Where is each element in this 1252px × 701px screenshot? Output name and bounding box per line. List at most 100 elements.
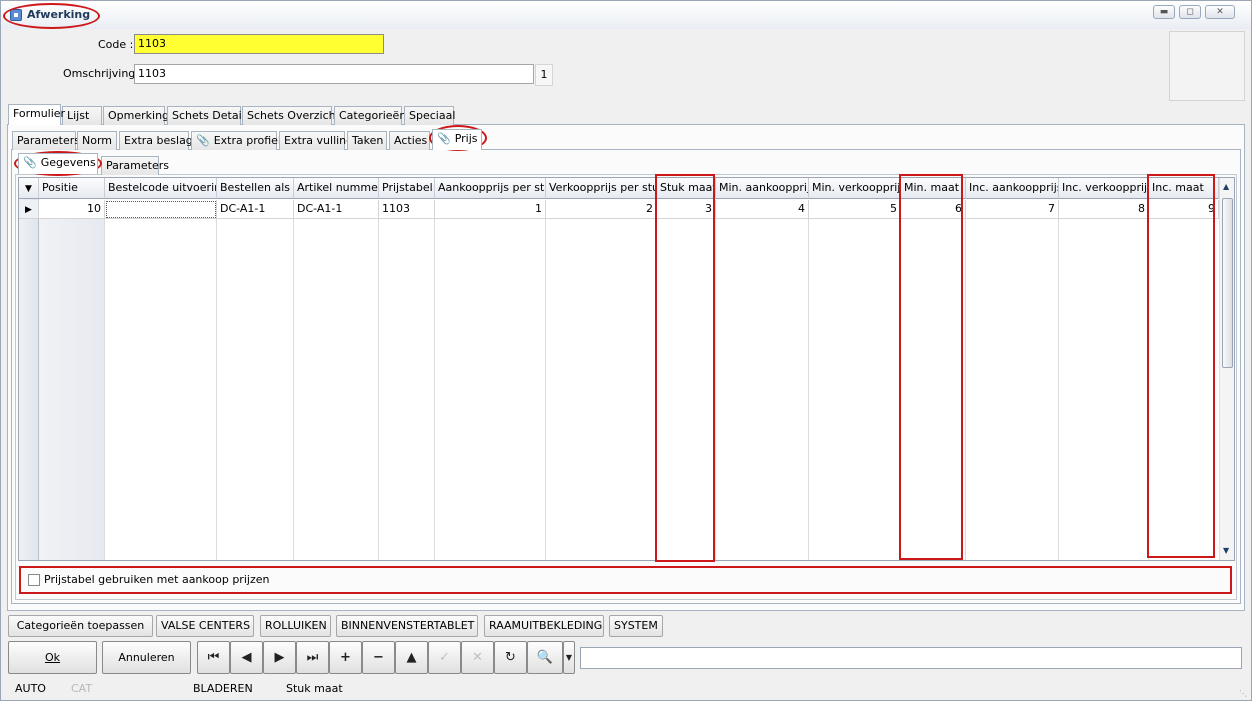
cell-stuk-maat[interactable]: 3: [657, 200, 716, 219]
search-input[interactable]: [580, 647, 1242, 669]
header-stuk-maat[interactable]: Stuk maat: [657, 178, 716, 199]
refresh-button[interactable]: ↻: [494, 641, 527, 674]
column-divider: [1058, 219, 1059, 560]
header-inc-aankoopprijs[interactable]: Inc. aankoopprijs: [966, 178, 1059, 199]
category-valse-centers-button[interactable]: VALSE CENTERS: [156, 615, 254, 637]
price-grid[interactable]: ▼ Positie Bestelcode uitvoering Bestelle…: [18, 177, 1235, 561]
cell-artikel-nummer[interactable]: DC-A1-1: [294, 200, 379, 219]
prijstabel-checkbox[interactable]: [28, 574, 40, 586]
grid-menu-button[interactable]: ▼: [19, 178, 39, 199]
cell-bestelcode-uitvoering[interactable]: [105, 200, 217, 219]
header-bestelcode-uitvoering[interactable]: Bestelcode uitvoering: [105, 178, 217, 199]
refresh-icon: ↻: [505, 650, 516, 665]
prior-record-button[interactable]: ◀: [230, 641, 263, 674]
paperclip-icon: 📎: [196, 134, 210, 147]
categorieen-toepassen-button[interactable]: Categorieën toepassen: [8, 615, 153, 637]
header-verkoopprijs-per-stuk[interactable]: Verkoopprijs per stuk: [546, 178, 657, 199]
cancel-edit-icon: ✕: [472, 650, 483, 665]
delete-button[interactable]: −: [362, 641, 395, 674]
header-inc-maat[interactable]: Inc. maat: [1149, 178, 1219, 199]
cell-prijstabel[interactable]: 1103: [379, 200, 435, 219]
tab-gegevens[interactable]: 📎 Gegevens: [18, 153, 98, 174]
cell-aankoopprijs-per-stuk[interactable]: 1: [435, 200, 546, 219]
tab-formulier[interactable]: Formulier: [8, 104, 65, 125]
tab-taken[interactable]: Taken: [347, 131, 387, 150]
tab-parameters[interactable]: Parameters: [12, 131, 80, 150]
resize-grip-icon[interactable]: ⋱: [1239, 689, 1247, 698]
ok-button[interactable]: Ok: [8, 641, 97, 674]
header-min-verkoopprijs[interactable]: Min. verkoopprijs: [809, 178, 901, 199]
post-icon: ✓: [439, 650, 450, 665]
next-record-button[interactable]: ▶: [263, 641, 296, 674]
grid-vertical-scrollbar[interactable]: ▲ ▼: [1219, 178, 1234, 560]
minimize-button[interactable]: ▬: [1153, 5, 1175, 19]
category-rolluiken-button[interactable]: ROLLUIKEN: [260, 615, 331, 637]
find-icon: 🔍: [536, 650, 554, 665]
paperclip-icon: 📎: [437, 132, 451, 145]
edit-button[interactable]: ▲: [395, 641, 428, 674]
header-inc-verkoopprijs[interactable]: Inc. verkoopprijs: [1059, 178, 1149, 199]
find-dropdown-button[interactable]: ▼: [563, 641, 575, 674]
maximize-button[interactable]: ◻: [1179, 5, 1201, 19]
tab-extra-beslag[interactable]: Extra beslag: [119, 131, 193, 150]
tab-opmerking[interactable]: Opmerking: [103, 106, 169, 125]
prijstabel-checkbox-row[interactable]: Prijstabel gebruiken met aankoop prijzen: [21, 568, 1231, 592]
cell-bestellen-als[interactable]: DC-A1-1: [217, 200, 294, 219]
annuleren-button[interactable]: Annuleren: [102, 641, 191, 674]
tab-speciaal[interactable]: Speciaal: [404, 106, 455, 125]
cell-min-aankoopprijs[interactable]: 4: [716, 200, 809, 219]
title-bar[interactable]: Afwerking ▬ ◻ ✕: [1, 1, 1251, 29]
cell-positie[interactable]: 10: [39, 200, 105, 219]
header-min-aankoopprijs[interactable]: Min. aankoopprijs: [716, 178, 809, 199]
tab-norm[interactable]: Norm: [77, 131, 117, 150]
tab-schets-detail[interactable]: Schets Detail: [167, 106, 245, 125]
annuleren-button-label: Annuleren: [118, 651, 175, 664]
code-field[interactable]: 1103: [134, 34, 384, 54]
cell-min-maat[interactable]: 6: [901, 200, 966, 219]
insert-button[interactable]: +: [329, 641, 362, 674]
tab-lijst[interactable]: Lijst: [62, 106, 102, 125]
tab-categorieen[interactable]: Categorieën: [334, 106, 406, 125]
category-binnenvenstertablet-button[interactable]: BINNENVENSTERTABLET: [336, 615, 478, 637]
tab-extra-vulling[interactable]: Extra vulling: [279, 131, 353, 150]
afwerking-window: Afwerking ▬ ◻ ✕ Code : 1103 Omschrijving…: [0, 0, 1252, 701]
post-button[interactable]: ✓: [428, 641, 461, 674]
tab-schets-overzicht[interactable]: Schets Overzicht: [242, 106, 340, 125]
tab-prijs[interactable]: 📎 Prijs: [432, 129, 482, 150]
last-record-icon: ⏭: [306, 650, 319, 665]
last-record-button[interactable]: ⏭: [296, 641, 329, 674]
category-system-button[interactable]: SYSTEM: [609, 615, 663, 637]
edit-icon: ▲: [406, 650, 417, 665]
first-record-button[interactable]: ⏮: [197, 641, 230, 674]
first-record-icon: ⏮: [207, 650, 220, 665]
status-cat: CAT: [71, 682, 93, 695]
scrollbar-thumb[interactable]: [1222, 198, 1233, 368]
cell-inc-aankoopprijs[interactable]: 7: [966, 200, 1059, 219]
header-min-maat[interactable]: Min. maat: [901, 178, 966, 199]
omschrijving-field[interactable]: 1103: [134, 64, 534, 84]
column-divider: [293, 219, 294, 560]
header-artikel-nummer[interactable]: Artikel nummer: [294, 178, 379, 199]
header-bestellen-als[interactable]: Bestellen als: [217, 178, 294, 199]
current-row-icon: ▶: [25, 205, 32, 215]
tab-extra-profiel[interactable]: 📎 Extra profiel: [191, 131, 281, 150]
scroll-up-icon[interactable]: ▲: [1223, 182, 1229, 191]
cancel-edit-button[interactable]: ✕: [461, 641, 494, 674]
cell-inc-verkoopprijs[interactable]: 8: [1059, 200, 1149, 219]
header-aankoopprijs-per-stuk[interactable]: Aankoopprijs per stuk: [435, 178, 546, 199]
header-prijstabel[interactable]: Prijstabel: [379, 178, 435, 199]
cell-verkoopprijs-per-stuk[interactable]: 2: [546, 200, 657, 219]
tab-inner-parameters[interactable]: Parameters: [101, 156, 169, 175]
scroll-down-icon[interactable]: ▼: [1223, 546, 1229, 555]
cell-min-verkoopprijs[interactable]: 5: [809, 200, 901, 219]
close-button[interactable]: ✕: [1205, 5, 1235, 19]
find-button[interactable]: 🔍: [527, 641, 563, 674]
status-field: Stuk maat: [286, 682, 343, 695]
header-positie[interactable]: Positie: [39, 178, 105, 199]
column-divider: [378, 219, 379, 560]
status-mode: AUTO: [15, 682, 46, 695]
cell-inc-maat[interactable]: 9: [1149, 200, 1219, 219]
category-raamuitbekleding-button[interactable]: RAAMUITBEKLEDING: [484, 615, 604, 637]
tab-acties[interactable]: Acties: [389, 131, 430, 150]
prior-record-icon: ◀: [241, 650, 252, 665]
